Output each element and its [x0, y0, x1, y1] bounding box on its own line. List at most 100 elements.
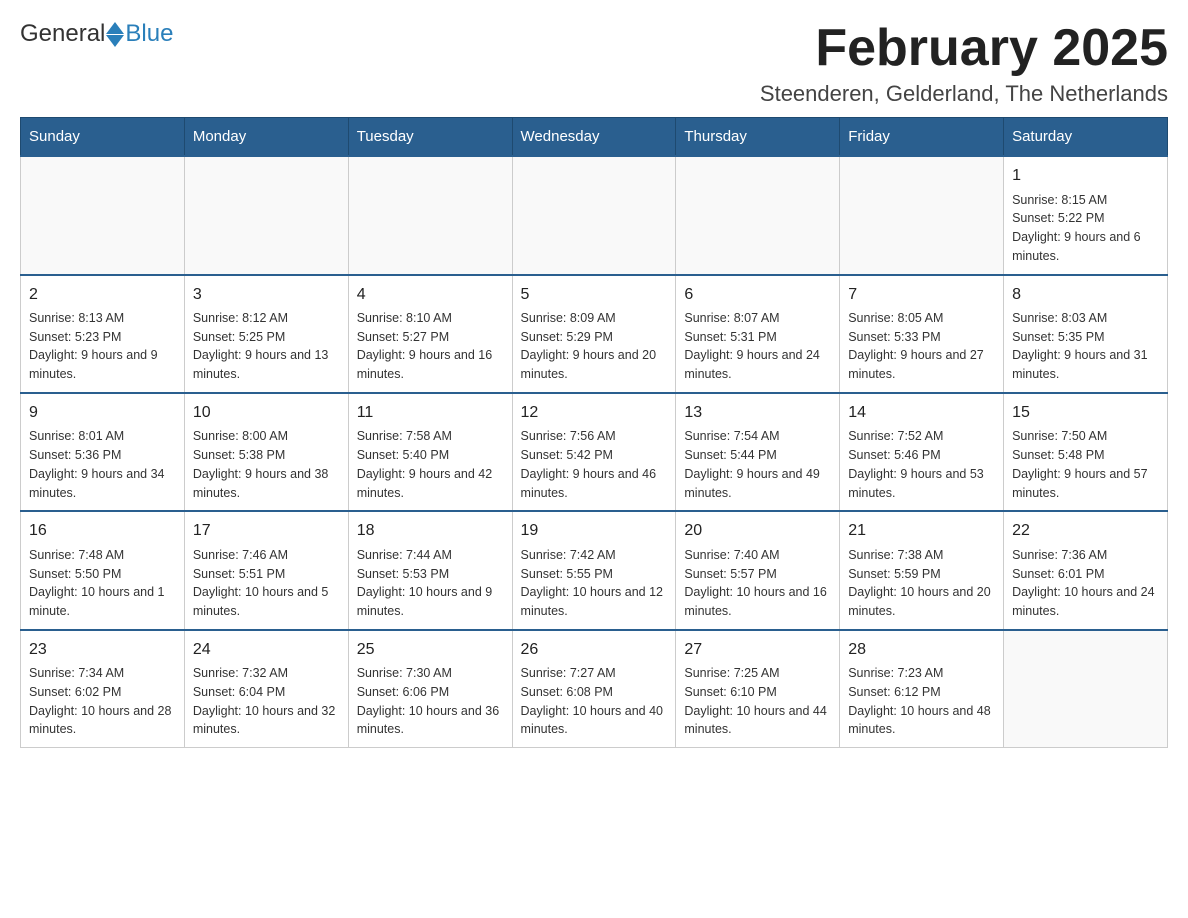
- day-number: 4: [357, 284, 504, 306]
- table-row: [512, 156, 676, 274]
- table-row: 9Sunrise: 8:01 AMSunset: 5:36 PMDaylight…: [21, 393, 185, 511]
- table-row: [676, 156, 840, 274]
- day-number: 22: [1012, 520, 1159, 542]
- table-row: 16 Sunrise: 7:48 AMSunset: 5:50 PMDayligh…: [21, 511, 185, 629]
- month-title: February 2025: [760, 20, 1168, 77]
- day-info: Sunrise: 7:54 AMSunset: 5:44 PMDaylight:…: [684, 427, 831, 502]
- day-number: 23: [29, 639, 176, 661]
- table-row: 8 Sunrise: 8:03 AMSunset: 5:35 PMDaylight…: [1004, 275, 1168, 393]
- day-info: Sunrise: 8:01 AMSunset: 5:36 PMDaylight:…: [29, 427, 176, 502]
- day-number: 10: [193, 402, 340, 424]
- table-row: 28 Sunrise: 7:23 AMSunset: 6:12 PMDayligh…: [840, 630, 1004, 748]
- day-number: 18: [357, 520, 504, 542]
- day-info: Sunrise: 7:25 AMSunset: 6:10 PMDaylight:…: [684, 664, 831, 739]
- day-info: Sunrise: 7:44 AMSunset: 5:53 PMDaylight:…: [357, 546, 504, 621]
- day-info: Sunrise: 7:30 AMSunset: 6:06 PMDaylight:…: [357, 664, 504, 739]
- header-thursday: Thursday: [676, 118, 840, 157]
- day-info: Sunrise: 7:32 AMSunset: 6:04 PMDaylight:…: [193, 664, 340, 739]
- day-number: 16: [29, 520, 176, 542]
- logo-blue-text: Blue: [125, 20, 173, 48]
- table-row: 27Sunrise: 7:25 AMSunset: 6:10 PMDayligh…: [676, 630, 840, 748]
- table-row: 12 Sunrise: 7:56 AMSunset: 5:42 PMDayligh…: [512, 393, 676, 511]
- day-number: 19: [521, 520, 668, 542]
- day-number: 15: [1012, 402, 1159, 424]
- table-row: 3 Sunrise: 8:12 AMSunset: 5:25 PMDaylight…: [184, 275, 348, 393]
- day-info: Sunrise: 8:07 AMSunset: 5:31 PMDaylight:…: [684, 309, 831, 384]
- day-info: Sunrise: 7:34 AMSunset: 6:02 PMDaylight:…: [29, 664, 176, 739]
- table-row: 10 Sunrise: 8:00 AMSunset: 5:38 PMDayligh…: [184, 393, 348, 511]
- day-info: Sunrise: 8:03 AMSunset: 5:35 PMDaylight:…: [1012, 309, 1159, 384]
- day-info: Sunrise: 7:58 AMSunset: 5:40 PMDaylight:…: [357, 427, 504, 502]
- table-row: 13 Sunrise: 7:54 AMSunset: 5:44 PMDayligh…: [676, 393, 840, 511]
- day-info: Sunrise: 7:40 AMSunset: 5:57 PMDaylight:…: [684, 546, 831, 621]
- table-row: 7 Sunrise: 8:05 AMSunset: 5:33 PMDaylight…: [840, 275, 1004, 393]
- day-info: Sunrise: 7:23 AMSunset: 6:12 PMDaylight:…: [848, 664, 995, 739]
- day-info: Sunrise: 7:27 AMSunset: 6:08 PMDaylight:…: [521, 664, 668, 739]
- day-number: 14: [848, 402, 995, 424]
- day-number: 12: [521, 402, 668, 424]
- calendar-week-row: 1 Sunrise: 8:15 AMSunset: 5:22 PMDaylight…: [21, 156, 1168, 274]
- title-section: February 2025 Steenderen, Gelderland, Th…: [760, 20, 1168, 107]
- table-row: 14 Sunrise: 7:52 AMSunset: 5:46 PMDayligh…: [840, 393, 1004, 511]
- table-row: 15 Sunrise: 7:50 AMSunset: 5:48 PMDayligh…: [1004, 393, 1168, 511]
- header-wednesday: Wednesday: [512, 118, 676, 157]
- table-row: 20 Sunrise: 7:40 AMSunset: 5:57 PMDayligh…: [676, 511, 840, 629]
- day-number: 7: [848, 284, 995, 306]
- day-info: Sunrise: 8:15 AMSunset: 5:22 PMDaylight:…: [1012, 191, 1159, 266]
- day-info: Sunrise: 7:52 AMSunset: 5:46 PMDaylight:…: [848, 427, 995, 502]
- day-info: Sunrise: 7:42 AMSunset: 5:55 PMDaylight:…: [521, 546, 668, 621]
- day-info: Sunrise: 7:56 AMSunset: 5:42 PMDaylight:…: [521, 427, 668, 502]
- table-row: [348, 156, 512, 274]
- day-info: Sunrise: 7:48 AMSunset: 5:50 PMDaylight:…: [29, 546, 176, 621]
- table-row: [1004, 630, 1168, 748]
- day-number: 5: [521, 284, 668, 306]
- day-info: Sunrise: 8:09 AMSunset: 5:29 PMDaylight:…: [521, 309, 668, 384]
- day-info: Sunrise: 8:00 AMSunset: 5:38 PMDaylight:…: [193, 427, 340, 502]
- day-number: 2: [29, 284, 176, 306]
- table-row: 6 Sunrise: 8:07 AMSunset: 5:31 PMDaylight…: [676, 275, 840, 393]
- day-info: Sunrise: 7:36 AMSunset: 6:01 PMDaylight:…: [1012, 546, 1159, 621]
- table-row: 25 Sunrise: 7:30 AMSunset: 6:06 PMDayligh…: [348, 630, 512, 748]
- table-row: 1 Sunrise: 8:15 AMSunset: 5:22 PMDaylight…: [1004, 156, 1168, 274]
- table-row: 26Sunrise: 7:27 AMSunset: 6:08 PMDayligh…: [512, 630, 676, 748]
- table-row: 11Sunrise: 7:58 AMSunset: 5:40 PMDayligh…: [348, 393, 512, 511]
- day-info: Sunrise: 7:46 AMSunset: 5:51 PMDaylight:…: [193, 546, 340, 621]
- page-header: General Blue February 2025 Steenderen, G…: [20, 20, 1168, 107]
- calendar-week-row: 2 Sunrise: 8:13 AMSunset: 5:23 PMDaylight…: [21, 275, 1168, 393]
- header-monday: Monday: [184, 118, 348, 157]
- day-info: Sunrise: 7:50 AMSunset: 5:48 PMDaylight:…: [1012, 427, 1159, 502]
- day-number: 13: [684, 402, 831, 424]
- day-info: Sunrise: 7:38 AMSunset: 5:59 PMDaylight:…: [848, 546, 995, 621]
- day-number: 17: [193, 520, 340, 542]
- table-row: 17 Sunrise: 7:46 AMSunset: 5:51 PMDayligh…: [184, 511, 348, 629]
- calendar-header-row: Sunday Monday Tuesday Wednesday Thursday…: [21, 118, 1168, 157]
- table-row: 18 Sunrise: 7:44 AMSunset: 5:53 PMDayligh…: [348, 511, 512, 629]
- calendar-week-row: 16 Sunrise: 7:48 AMSunset: 5:50 PMDayligh…: [21, 511, 1168, 629]
- header-friday: Friday: [840, 118, 1004, 157]
- header-tuesday: Tuesday: [348, 118, 512, 157]
- day-number: 8: [1012, 284, 1159, 306]
- header-sunday: Sunday: [21, 118, 185, 157]
- day-info: Sunrise: 8:10 AMSunset: 5:27 PMDaylight:…: [357, 309, 504, 384]
- logo: General Blue: [20, 20, 173, 48]
- table-row: [21, 156, 185, 274]
- table-row: 5 Sunrise: 8:09 AMSunset: 5:29 PMDaylight…: [512, 275, 676, 393]
- table-row: [840, 156, 1004, 274]
- table-row: 4 Sunrise: 8:10 AMSunset: 5:27 PMDaylight…: [348, 275, 512, 393]
- day-info: Sunrise: 8:12 AMSunset: 5:25 PMDaylight:…: [193, 309, 340, 384]
- table-row: [184, 156, 348, 274]
- calendar-week-row: 23 Sunrise: 7:34 AMSunset: 6:02 PMDayligh…: [21, 630, 1168, 748]
- table-row: 19 Sunrise: 7:42 AMSunset: 5:55 PMDayligh…: [512, 511, 676, 629]
- day-number: 1: [1012, 165, 1159, 187]
- day-info: Sunrise: 8:05 AMSunset: 5:33 PMDaylight:…: [848, 309, 995, 384]
- day-number: 28: [848, 639, 995, 661]
- day-number: 20: [684, 520, 831, 542]
- day-number: 24: [193, 639, 340, 661]
- day-number: 3: [193, 284, 340, 306]
- location-subtitle: Steenderen, Gelderland, The Netherlands: [760, 81, 1168, 107]
- table-row: 22 Sunrise: 7:36 AMSunset: 6:01 PMDayligh…: [1004, 511, 1168, 629]
- day-number: 6: [684, 284, 831, 306]
- day-number: 21: [848, 520, 995, 542]
- day-number: 25: [357, 639, 504, 661]
- day-info: Sunrise: 8:13 AMSunset: 5:23 PMDaylight:…: [29, 309, 176, 384]
